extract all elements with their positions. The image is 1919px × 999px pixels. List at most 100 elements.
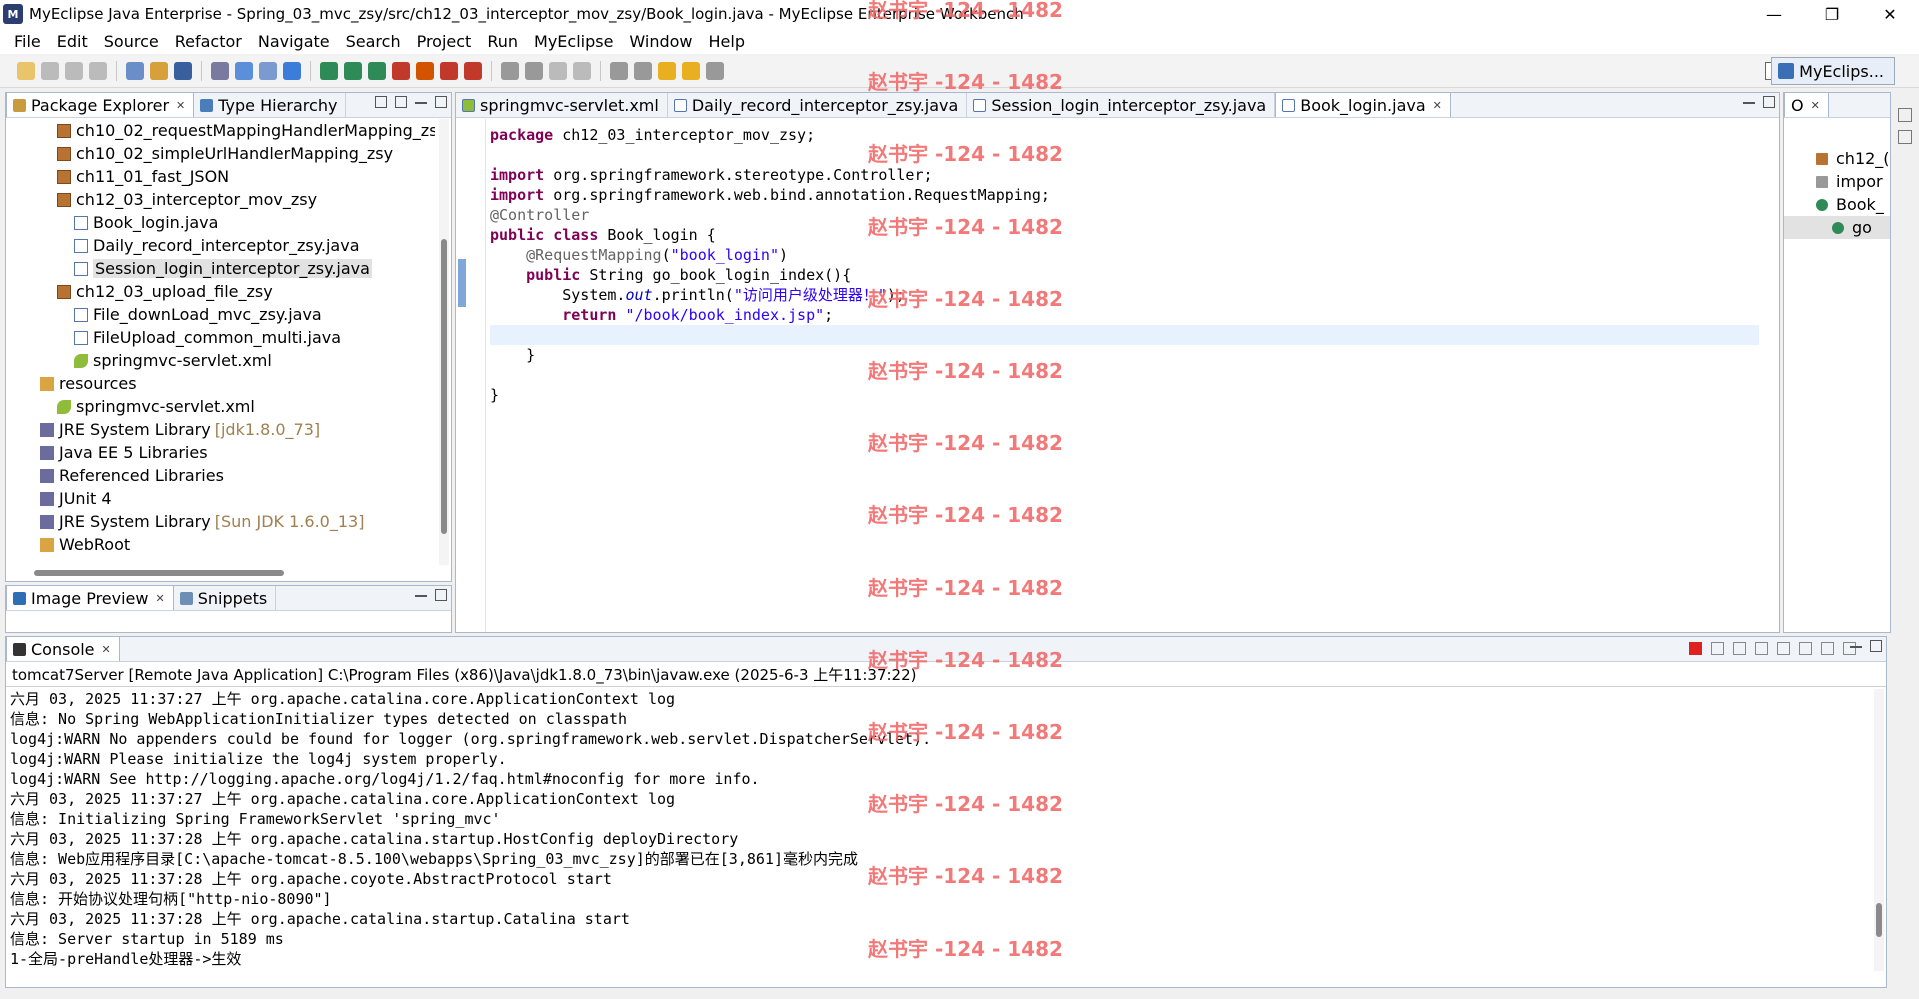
prev-annotation-icon[interactable] [573, 61, 591, 80]
last-edit-icon[interactable] [610, 61, 628, 80]
tab-outline[interactable]: O ✕ [1784, 92, 1829, 117]
tree-item[interactable]: JRE System Library [Sun JDK 1.6.0_13] [6, 510, 435, 533]
tab-session-login-interceptor-zsy-java[interactable]: Session_login_interceptor_zsy.java [967, 93, 1276, 117]
run-icon[interactable] [344, 61, 362, 80]
menu-window[interactable]: Window [621, 32, 700, 51]
outline-item[interactable]: ch12_( [1784, 147, 1890, 170]
terminate-icon[interactable] [1689, 642, 1702, 655]
menu-navigate[interactable]: Navigate [250, 32, 338, 51]
menu-project[interactable]: Project [409, 32, 480, 51]
perspective-button[interactable]: MyEclips... [1771, 57, 1895, 85]
menu-run[interactable]: Run [479, 32, 526, 51]
tools-icon[interactable] [416, 61, 434, 80]
globe-icon[interactable] [283, 61, 301, 80]
mark-icon[interactable] [525, 61, 543, 80]
minimize-button[interactable]: — [1745, 0, 1803, 28]
scrollbar-thumb[interactable] [441, 239, 447, 534]
server-icon[interactable] [235, 61, 253, 80]
profile-icon[interactable] [392, 61, 410, 80]
task-icon[interactable] [501, 61, 519, 80]
scrollbar-thumb[interactable] [1876, 903, 1882, 937]
console-output[interactable]: 六月 03, 2025 11:37:27 上午 org.apache.catal… [10, 689, 1866, 971]
save-icon[interactable] [41, 61, 59, 80]
outline-item[interactable]: go [1784, 216, 1890, 239]
tree-item[interactable]: Session_login_interceptor_zsy.java [6, 257, 435, 280]
forward-icon[interactable] [658, 61, 676, 80]
tab-package-explorer[interactable]: Package Explorer ✕ [6, 92, 195, 117]
menu-source[interactable]: Source [96, 32, 167, 51]
print-icon[interactable] [89, 61, 107, 80]
menu-myeclipse[interactable]: MyEclipse [526, 32, 621, 51]
outline-item[interactable]: Book_ [1784, 193, 1890, 216]
tree-item[interactable]: Java EE 5 Libraries [6, 441, 435, 464]
code-editor[interactable]: package ch12_03_interceptor_mov_zsy; impo… [456, 119, 1779, 632]
deploy-icon[interactable] [211, 61, 229, 80]
pin-icon[interactable] [706, 61, 724, 80]
tree-item[interactable]: File_downLoad_mvc_zsy.java [6, 303, 435, 326]
tab-type-hierarchy[interactable]: Type Hierarchy [194, 93, 347, 117]
minimize-view-icon[interactable] [415, 96, 427, 104]
tab-snippets[interactable]: Snippets [174, 586, 277, 610]
close-icon[interactable]: ✕ [155, 592, 164, 605]
forward-nav-icon[interactable] [682, 61, 700, 80]
tab-book-login-java[interactable]: Book_login.java ✕ [1275, 92, 1451, 117]
save-all-icon[interactable] [65, 61, 83, 80]
remove-launch-icon[interactable] [1711, 642, 1724, 655]
run-external-icon[interactable] [368, 61, 386, 80]
tree-item[interactable]: ch12_03_interceptor_mov_zsy [6, 188, 435, 211]
maximize-button[interactable]: ❐ [1803, 0, 1861, 28]
tree-item[interactable]: ch11_01_fast_JSON [6, 165, 435, 188]
tab-console[interactable]: Console ✕ [6, 636, 120, 661]
next-annotation-icon[interactable] [549, 61, 567, 80]
new-icon[interactable] [17, 61, 35, 80]
tree-item[interactable]: JRE System Library [jdk1.8.0_73] [6, 418, 435, 441]
debug-icon[interactable] [320, 61, 338, 80]
maximize-view-icon[interactable] [1870, 640, 1882, 652]
outline-item[interactable]: impor [1784, 170, 1890, 193]
vertical-scrollbar[interactable] [439, 119, 449, 565]
tree-item[interactable]: Book_login.java [6, 211, 435, 234]
tree-item[interactable]: springmvc-servlet.xml [6, 349, 435, 372]
tree-item[interactable]: Daily_record_interceptor_zsy.java [6, 234, 435, 257]
tree-item[interactable]: ch10_02_simpleUrlHandlerMapping_zsy [6, 142, 435, 165]
tree-item[interactable]: ch12_03_upload_file_zsy [6, 280, 435, 303]
pin-console-icon[interactable] [1799, 642, 1812, 655]
close-icon[interactable]: ✕ [176, 99, 185, 112]
tab-springmvc-servlet-xml[interactable]: springmvc-servlet.xml [456, 93, 668, 117]
maximize-view-icon[interactable] [1763, 96, 1775, 108]
browser-icon[interactable] [259, 61, 277, 80]
tree-item[interactable]: JUnit 4 [6, 487, 435, 510]
tree-item[interactable]: FileUpload_common_multi.java [6, 326, 435, 349]
close-icon[interactable]: ✕ [1811, 99, 1820, 112]
minimize-view-icon[interactable] [415, 589, 427, 597]
clear-console-icon[interactable] [1755, 642, 1768, 655]
tab-image-preview[interactable]: Image Preview ✕ [6, 585, 174, 610]
view-icon[interactable] [1898, 130, 1912, 144]
menu-file[interactable]: File [6, 32, 49, 51]
link-editor-icon[interactable] [395, 96, 407, 108]
tab-daily-record-interceptor-zsy-java[interactable]: Daily_record_interceptor_zsy.java [668, 93, 968, 117]
close-icon[interactable]: ✕ [1433, 99, 1442, 112]
menu-refactor[interactable]: Refactor [167, 32, 250, 51]
close-icon[interactable]: ✕ [102, 643, 111, 656]
menu-search[interactable]: Search [338, 32, 409, 51]
display-console-icon[interactable] [1821, 642, 1834, 655]
tree-item[interactable]: springmvc-servlet.xml [6, 395, 435, 418]
package-icon[interactable] [150, 61, 168, 80]
scroll-lock-icon[interactable] [1777, 642, 1790, 655]
remove-all-icon[interactable] [1733, 642, 1746, 655]
tree-item[interactable]: resources [6, 372, 435, 395]
tree-item[interactable]: Referenced Libraries [6, 464, 435, 487]
horizontal-scrollbar[interactable] [26, 569, 431, 577]
build-icon[interactable] [440, 61, 458, 80]
minimize-view-icon[interactable] [1850, 640, 1862, 648]
maximize-view-icon[interactable] [435, 589, 447, 601]
console-vertical-scrollbar[interactable] [1874, 689, 1884, 971]
maximize-view-icon[interactable] [435, 96, 447, 108]
collapse-all-icon[interactable] [375, 96, 387, 108]
menu-help[interactable]: Help [701, 32, 753, 51]
scrollbar-thumb[interactable] [34, 570, 284, 576]
class-icon[interactable] [174, 61, 192, 80]
close-button[interactable]: ✕ [1861, 0, 1919, 28]
back-icon[interactable] [634, 61, 652, 80]
